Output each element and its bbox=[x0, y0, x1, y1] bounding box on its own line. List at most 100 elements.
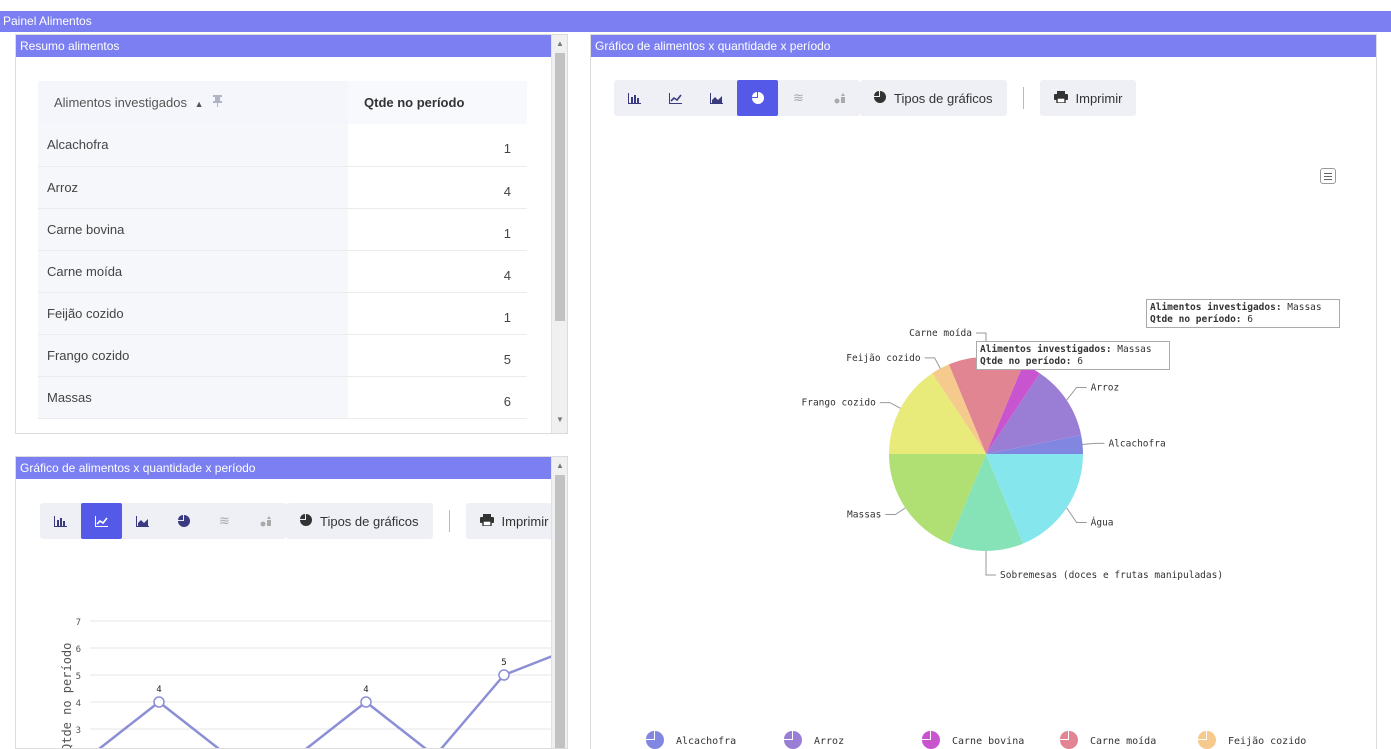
pie-chart-icon bbox=[784, 731, 802, 749]
slice-label: Massas bbox=[847, 510, 881, 521]
table-row[interactable]: Frango cozido 5 bbox=[38, 334, 527, 377]
y-tick-label: 5 bbox=[76, 672, 81, 682]
table-row[interactable]: Alcachofra 1 bbox=[38, 124, 527, 167]
print-button[interactable]: Imprimir bbox=[465, 503, 563, 539]
area-chart-icon[interactable] bbox=[122, 503, 163, 539]
chart-menu-icon[interactable] bbox=[1320, 168, 1336, 184]
line-chart-header: Gráfico de alimentos x quantidade x perí… bbox=[16, 457, 567, 479]
row-qty: 1 bbox=[348, 208, 527, 251]
y-tick-label: 7 bbox=[76, 618, 81, 628]
print-label: Imprimir bbox=[1075, 90, 1123, 106]
resumo-panel: Resumo alimentos Alimentos investigados … bbox=[15, 34, 568, 434]
pie-chart-icon bbox=[874, 90, 886, 106]
col-header-label: Alimentos investigados bbox=[54, 95, 187, 110]
resumo-table: Alimentos investigados ▲ Qtde no período… bbox=[38, 81, 527, 419]
data-point[interactable] bbox=[498, 669, 510, 681]
row-qty: 5 bbox=[348, 334, 527, 377]
line-chart: 34567Qtde no período4456 bbox=[60, 618, 553, 749]
line-chart-toolbar: ≋ Tipos de gráficos Imprimir bbox=[40, 503, 563, 539]
pie-hover-tooltip: Alimentos investigados: Massas Qtde no p… bbox=[976, 341, 1170, 370]
scroll-down-icon[interactable]: ▼ bbox=[552, 413, 567, 427]
y-tick-label: 4 bbox=[76, 699, 81, 709]
tooltip-key1: Alimentos investigados: bbox=[980, 344, 1112, 355]
line-chart-icon[interactable] bbox=[81, 503, 122, 539]
bar-chart-icon[interactable] bbox=[40, 503, 81, 539]
row-qty: 6 bbox=[348, 376, 527, 419]
pie-chart-title: Gráfico de alimentos x quantidade x perí… bbox=[595, 39, 831, 53]
line-panel-scrollbar[interactable]: ▲ bbox=[551, 457, 567, 748]
legend-item[interactable]: Alcachofra bbox=[646, 731, 784, 749]
printer-icon bbox=[479, 513, 494, 529]
slice-connector bbox=[924, 357, 941, 369]
slice-label: Alcachofra bbox=[1108, 438, 1165, 449]
scroll-up-icon[interactable]: ▲ bbox=[552, 459, 567, 473]
legend-item[interactable]: Carne moída bbox=[1060, 731, 1198, 749]
table-row[interactable]: Arroz 4 bbox=[38, 166, 527, 209]
scatter-chart-icon bbox=[245, 503, 286, 539]
col-header-qtde[interactable]: Qtde no período bbox=[348, 81, 527, 124]
row-name: Arroz bbox=[38, 166, 348, 209]
data-point[interactable] bbox=[153, 696, 165, 708]
slice-label: Feijão cozido bbox=[846, 353, 921, 364]
line-chart-panel: Gráfico de alimentos x quantidade x perí… bbox=[15, 456, 568, 749]
chart-types-button[interactable]: Tipos de gráficos bbox=[286, 503, 433, 539]
data-label: 4 bbox=[156, 685, 161, 695]
pie-chart-header: Gráfico de alimentos x quantidade x perí… bbox=[591, 35, 1376, 57]
stacked-chart-icon: ≋ bbox=[793, 90, 804, 105]
chart-types-button[interactable]: Tipos de gráficos bbox=[860, 80, 1007, 116]
legend-item[interactable]: Arroz bbox=[784, 731, 922, 749]
resumo-scrollbar[interactable]: ▲ ▼ bbox=[551, 35, 567, 433]
sort-asc-icon[interactable]: ▲ bbox=[195, 99, 204, 109]
slice-label: Frango cozido bbox=[802, 398, 877, 409]
line-chart-icon[interactable] bbox=[655, 80, 696, 116]
legend-item[interactable]: Feijão cozido bbox=[1198, 731, 1336, 749]
data-point[interactable] bbox=[360, 696, 372, 708]
app-title-bar: Painel Alimentos bbox=[0, 11, 1391, 32]
pie-legend: Alcachofra Arroz Carne bovina Carne moída Fe… bbox=[646, 731, 1336, 749]
table-row[interactable]: Feijão cozido 1 bbox=[38, 292, 527, 335]
row-name: Massas bbox=[38, 376, 348, 419]
stacked-chart-icon: ≋ bbox=[219, 513, 230, 528]
tooltip-val2: 6 bbox=[1077, 356, 1083, 367]
scatter-chart-icon bbox=[819, 80, 860, 116]
slice-connector bbox=[885, 507, 906, 516]
bar-chart-icon[interactable] bbox=[614, 80, 655, 116]
pin-icon[interactable] bbox=[213, 95, 223, 110]
y-axis-label: Qtde no período bbox=[60, 643, 74, 749]
tooltip-key1: Alimentos investigados: bbox=[1150, 302, 1282, 313]
print-button[interactable]: Imprimir bbox=[1039, 80, 1137, 116]
tooltip-val2: 6 bbox=[1247, 314, 1253, 325]
slice-label: Sobremesas (doces e frutas manipuladas) bbox=[1000, 570, 1223, 581]
legend-item[interactable]: Carne bovina bbox=[922, 731, 1060, 749]
resumo-title: Resumo alimentos bbox=[20, 39, 120, 53]
scroll-up-icon[interactable]: ▲ bbox=[552, 37, 567, 51]
scroll-thumb[interactable] bbox=[555, 53, 565, 321]
y-tick-label: 6 bbox=[76, 645, 81, 655]
slice-label: Arroz bbox=[1091, 382, 1120, 393]
legend-label: Arroz bbox=[814, 736, 845, 747]
pie-tooltip: Alimentos investigados: Massas Qtde no p… bbox=[1146, 299, 1340, 328]
tooltip-key2: Qtde no período: bbox=[980, 356, 1072, 367]
table-row[interactable]: Massas 6 bbox=[38, 376, 527, 419]
col-header-alimentos[interactable]: Alimentos investigados ▲ bbox=[38, 81, 348, 124]
pie-chart-panel: Gráfico de alimentos x quantidade x perí… bbox=[590, 34, 1377, 749]
pie-chart-icon[interactable] bbox=[163, 503, 204, 539]
row-qty: 4 bbox=[348, 166, 527, 209]
row-name: Frango cozido bbox=[38, 334, 348, 377]
pie-chart-icon bbox=[300, 513, 312, 529]
tooltip-key2: Qtde no período: bbox=[1150, 314, 1242, 325]
pie-chart-toolbar: ≋ Tipos de gráficos Imprimir bbox=[614, 80, 1137, 116]
row-qty: 4 bbox=[348, 250, 527, 293]
tooltip-val1: Massas bbox=[1287, 302, 1322, 313]
slice-label: Carne moída bbox=[909, 328, 972, 339]
data-label: 5 bbox=[501, 658, 506, 668]
chart-types-label: Tipos de gráficos bbox=[320, 513, 419, 529]
area-chart-icon[interactable] bbox=[696, 80, 737, 116]
table-row[interactable]: Carne bovina 1 bbox=[38, 208, 527, 251]
pie-chart-icon bbox=[922, 731, 940, 749]
y-tick-label: 3 bbox=[76, 726, 81, 736]
slice-connector bbox=[879, 402, 901, 409]
scroll-thumb[interactable] bbox=[555, 475, 565, 748]
pie-chart-icon[interactable] bbox=[737, 80, 778, 116]
table-row[interactable]: Carne moída 4 bbox=[38, 250, 527, 293]
